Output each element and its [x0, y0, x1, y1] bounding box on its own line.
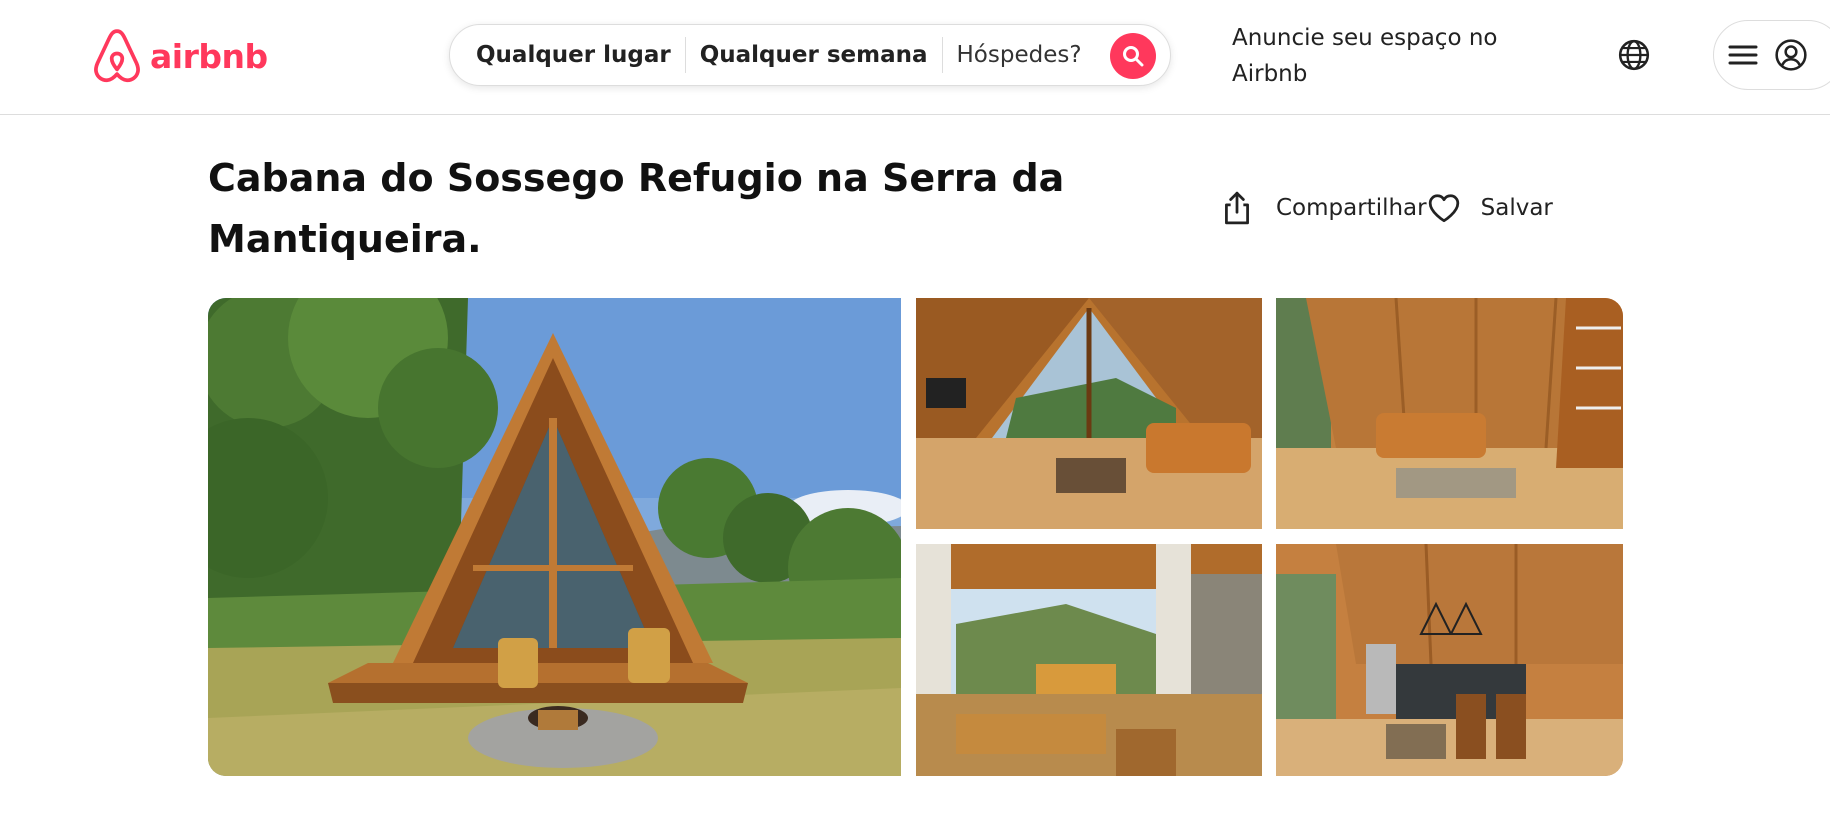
listing-actions: Compartilhar Salvar	[1220, 188, 1553, 228]
search-bar[interactable]: Qualquer lugar Qualquer semana Hóspedes?	[449, 24, 1171, 86]
share-label: Compartilhar	[1276, 195, 1427, 221]
globe-icon	[1618, 39, 1650, 71]
listing-title: Cabana do Sossego Refugio na Serra da Ma…	[208, 156, 1065, 261]
photo-lounge[interactable]	[1276, 298, 1623, 529]
photo-main-image	[208, 298, 901, 776]
airbnb-logo[interactable]: airbnb	[92, 28, 268, 84]
search-guests[interactable]: Hóspedes?	[943, 42, 1096, 68]
photo-gallery	[208, 298, 1623, 776]
photo-kitchen[interactable]	[1276, 544, 1623, 776]
heart-icon	[1428, 194, 1459, 223]
menu-icon	[1728, 45, 1758, 65]
language-button[interactable]	[1617, 38, 1651, 72]
search-location[interactable]: Qualquer lugar	[450, 42, 685, 68]
share-icon	[1225, 191, 1249, 225]
search-button[interactable]	[1110, 33, 1156, 79]
search-week[interactable]: Qualquer semana	[686, 42, 942, 68]
photo-living-room-image	[916, 298, 1262, 529]
photo-lounge-image	[1276, 298, 1623, 529]
save-button[interactable]: Salvar	[1427, 192, 1553, 224]
user-icon	[1775, 39, 1807, 71]
photo-main[interactable]	[208, 298, 901, 776]
top-header: airbnb Qualquer lugar Qualquer semana Hó…	[0, 0, 1830, 115]
photo-veranda-image	[916, 544, 1262, 776]
search-icon	[1123, 46, 1144, 67]
airbnb-logo-icon	[94, 29, 140, 83]
host-link[interactable]: Anuncie seu espaço no Airbnb	[1232, 20, 1532, 92]
share-button[interactable]: Compartilhar	[1220, 190, 1427, 226]
photo-veranda[interactable]	[916, 544, 1262, 776]
photo-living-room[interactable]	[916, 298, 1262, 529]
logo-text: airbnb	[150, 36, 268, 76]
save-label: Salvar	[1480, 195, 1553, 221]
user-menu-button[interactable]	[1713, 20, 1830, 90]
photo-kitchen-image	[1276, 544, 1623, 776]
